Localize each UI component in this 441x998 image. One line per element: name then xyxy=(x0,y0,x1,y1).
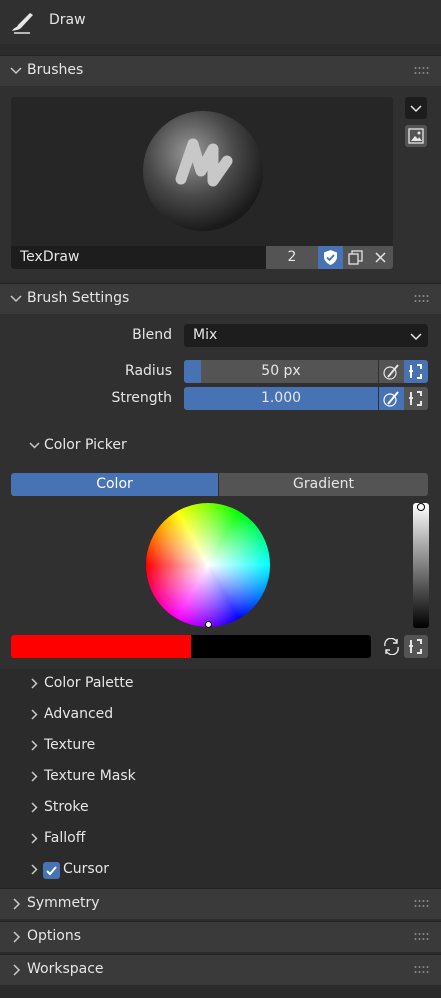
pen-pressure-icon xyxy=(383,364,399,380)
drag-grip-icon[interactable] xyxy=(414,899,429,908)
blend-select[interactable]: Mix xyxy=(184,324,428,347)
chevron-right-icon xyxy=(31,833,38,844)
swap-icon xyxy=(384,638,399,655)
scene-unit-icon xyxy=(409,391,422,406)
panel-body-brush-settings: Blend Mix Radius 50 px Strength 1.000 Co… xyxy=(0,314,441,886)
brush-list-dropdown[interactable] xyxy=(405,97,427,119)
panel-header-brush-settings[interactable]: Brush Settings xyxy=(0,283,441,314)
subpanel-texture-mask[interactable]: Texture Mask xyxy=(0,762,441,793)
panel-header-brushes[interactable]: Brushes xyxy=(0,55,441,86)
brush-icon xyxy=(8,9,36,35)
chevron-down-icon xyxy=(29,442,40,449)
image-icon xyxy=(408,128,424,144)
radius-pressure-toggle[interactable] xyxy=(379,360,404,383)
panel-title: Brush Settings xyxy=(27,290,130,306)
duplicate-brush-button[interactable] xyxy=(343,246,368,269)
panel-header-workspace[interactable]: Workspace xyxy=(0,954,441,985)
drag-grip-icon[interactable] xyxy=(414,965,429,974)
tab-color[interactable]: Color xyxy=(11,473,218,496)
tool-name: Draw xyxy=(49,12,86,28)
drag-grip-icon[interactable] xyxy=(414,66,429,75)
scene-unit-icon xyxy=(409,364,422,379)
chevron-right-icon xyxy=(31,864,38,875)
strength-slider[interactable]: 1.000 xyxy=(184,387,378,410)
chevron-right-icon xyxy=(13,964,21,976)
cursor-checkbox[interactable] xyxy=(43,862,60,879)
secondary-color-swatch[interactable] xyxy=(191,635,371,658)
color-unit-toggle[interactable] xyxy=(404,635,428,658)
brush-name-field[interactable]: TexDraw xyxy=(11,246,266,269)
chevron-right-icon xyxy=(31,771,38,782)
fake-user-button[interactable] xyxy=(318,246,343,269)
subpanel-falloff[interactable]: Falloff xyxy=(0,824,441,855)
drag-grip-icon[interactable] xyxy=(414,932,429,941)
chevron-right-icon xyxy=(31,709,38,720)
subpanel-advanced[interactable]: Advanced xyxy=(0,700,441,731)
shield-check-icon xyxy=(324,250,337,265)
drag-grip-icon[interactable] xyxy=(414,294,429,303)
color-wheel[interactable] xyxy=(146,503,270,628)
chevron-down-icon xyxy=(410,105,422,113)
subpanel-color-picker[interactable]: Color Picker xyxy=(0,431,441,462)
chevron-down-icon xyxy=(10,295,22,303)
subpanel-stroke[interactable]: Stroke xyxy=(0,793,441,824)
chevron-down-icon xyxy=(410,333,422,341)
radius-label: Radius xyxy=(125,363,172,379)
pen-pressure-icon xyxy=(383,391,399,407)
chevron-right-icon xyxy=(31,740,38,751)
subpanel-texture[interactable]: Texture xyxy=(0,731,441,762)
chevron-right-icon xyxy=(13,931,21,943)
color-wheel-cursor[interactable] xyxy=(205,621,212,628)
swap-colors-button[interactable] xyxy=(380,635,403,658)
tool-header: Draw xyxy=(0,0,441,44)
scene-unit-icon xyxy=(409,639,422,654)
brush-user-count[interactable]: 2 xyxy=(266,246,318,269)
chevron-right-icon xyxy=(13,898,21,910)
value-slider-handle[interactable] xyxy=(417,503,425,511)
unlink-brush-button[interactable] xyxy=(368,246,393,269)
subpanel-color-palette[interactable]: Color Palette xyxy=(0,669,441,700)
panel-title: Brushes xyxy=(27,62,84,78)
blend-label: Blend xyxy=(132,327,172,343)
primary-color-swatch[interactable] xyxy=(11,635,191,658)
radius-slider[interactable]: 50 px xyxy=(184,360,378,383)
brush-preview[interactable] xyxy=(11,97,393,247)
chevron-down-icon xyxy=(10,67,22,75)
brush-sphere-icon xyxy=(143,111,263,231)
subpanel-cursor[interactable]: Cursor xyxy=(0,855,441,886)
strength-pressure-toggle[interactable] xyxy=(379,387,404,410)
close-icon xyxy=(375,252,386,263)
panel-header-options[interactable]: Options xyxy=(0,921,441,952)
strength-unit-toggle[interactable] xyxy=(404,387,428,410)
tab-gradient[interactable]: Gradient xyxy=(219,473,428,496)
panel-header-symmetry[interactable]: Symmetry xyxy=(0,888,441,919)
value-slider[interactable] xyxy=(413,503,429,628)
chevron-right-icon xyxy=(31,802,38,813)
panel-body-brushes: TexDraw 2 xyxy=(0,86,441,282)
chevron-right-icon xyxy=(31,678,38,689)
checkmark-icon xyxy=(46,866,57,876)
duplicate-icon xyxy=(348,250,363,265)
radius-unit-toggle[interactable] xyxy=(404,360,428,383)
brush-image-button[interactable] xyxy=(405,125,427,147)
strength-label: Strength xyxy=(111,390,172,406)
